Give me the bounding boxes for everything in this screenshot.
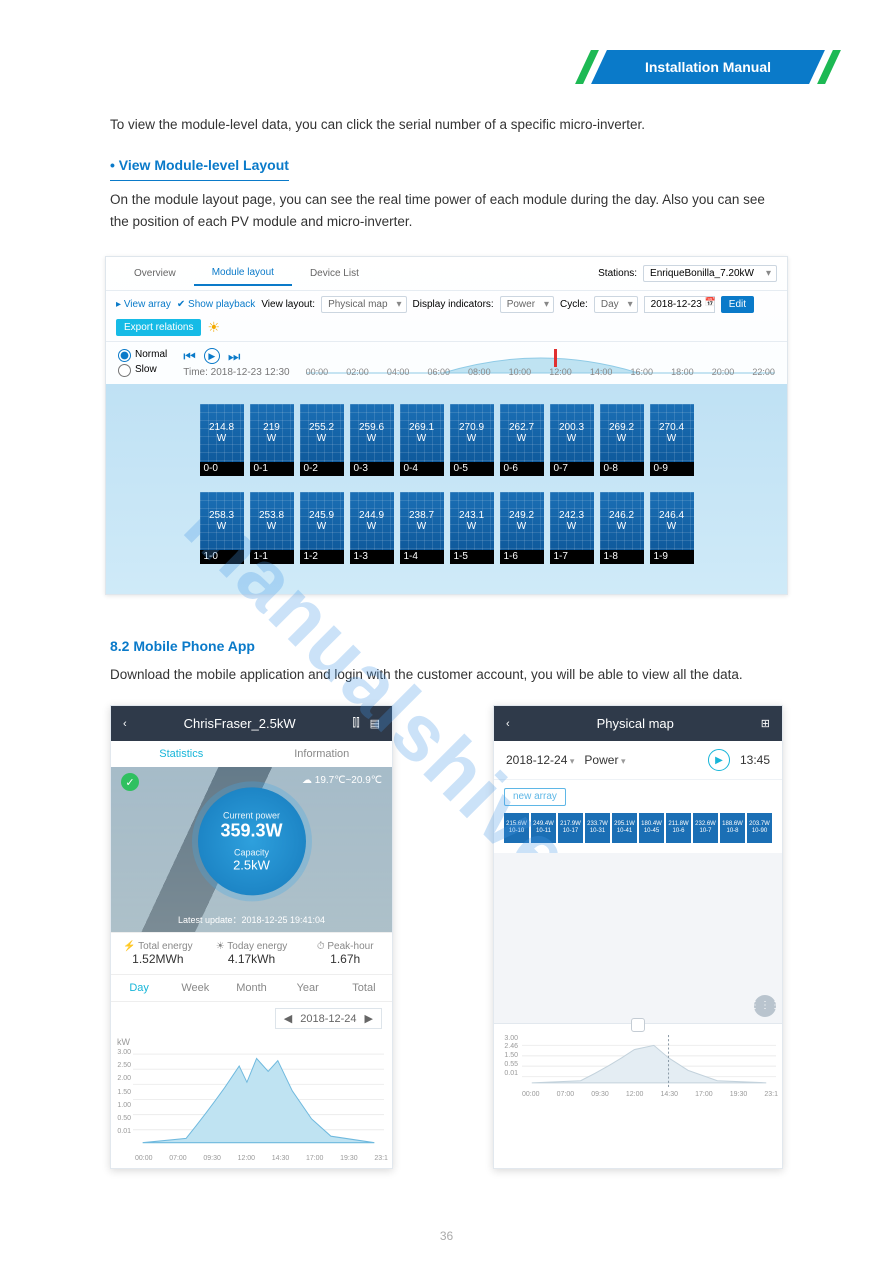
module-cell[interactable]: 243.1W1-5 <box>450 492 494 564</box>
time-scrubber[interactable] <box>494 1023 782 1033</box>
page-number: 36 <box>0 1209 893 1263</box>
range-tab[interactable]: Week <box>167 975 223 1001</box>
mini-module-cell[interactable]: 232.6W10-7 <box>693 813 718 843</box>
module-cell[interactable]: 246.4W1-9 <box>650 492 694 564</box>
phone-physical-map: ‹ Physical map ⊞ 2018-12-24 Power ▶ 13:4… <box>493 705 783 1169</box>
tab-statistics[interactable]: Statistics <box>111 741 252 767</box>
module-cell[interactable]: 200.3W0-7 <box>550 404 594 476</box>
phone-a-title: ChrisFraser_2.5kW <box>127 716 353 731</box>
stations-label: Stations: <box>598 268 637 279</box>
module-cell[interactable]: 270.4W0-9 <box>650 404 694 476</box>
layout-icon[interactable]: ▤ <box>370 717 380 730</box>
sun-icon: ☀ <box>207 319 220 336</box>
header-banner: Installation Manual <box>583 50 833 84</box>
phone-a-date-picker[interactable]: ◀ 2018-12-24 ▶ <box>275 1008 382 1029</box>
module-cell[interactable]: 255.2W0-2 <box>300 404 344 476</box>
module-cell[interactable]: 269.2W0-8 <box>600 404 644 476</box>
mini-module-cell[interactable]: 295.1W10-41 <box>612 813 637 843</box>
display-indicators-select[interactable]: Power <box>500 296 554 313</box>
radio-slow[interactable]: Slow <box>118 364 167 377</box>
display-indicators-label: Display indicators: <box>413 299 494 310</box>
view-layout-label: View layout: <box>261 299 315 310</box>
section-8-2-heading: 8.2 Mobile Phone App <box>110 635 783 657</box>
view-array-link[interactable]: View array <box>116 299 171 310</box>
range-tab[interactable]: Day <box>111 975 167 1001</box>
range-tab[interactable]: Year <box>280 975 336 1001</box>
cycle-label: Cycle: <box>560 299 588 310</box>
phone-b-title: Physical map <box>510 716 761 731</box>
grid-icon[interactable]: ⊞ <box>761 717 770 730</box>
stations-select[interactable]: EnriqueBonilla_7.20kW <box>643 265 777 282</box>
tab-device-list[interactable]: Device List <box>292 262 377 285</box>
playback-time: Time: 2018-12-23 12:30 <box>183 367 289 378</box>
phone-b-date[interactable]: 2018-12-24 <box>506 753 574 767</box>
mini-module-cell[interactable]: 217.9W10-17 <box>558 813 583 843</box>
module-cell[interactable]: 238.7W1-4 <box>400 492 444 564</box>
edit-button[interactable]: Edit <box>721 296 754 313</box>
module-cell[interactable]: 258.3W1-0 <box>200 492 244 564</box>
section-subtitle: • View Module-level Layout <box>110 136 289 181</box>
phone-b-canvas[interactable]: ⋮⋮⋮ <box>494 853 782 1023</box>
stat-peak-hour: ⏱ Peak-hour1.67h <box>298 933 392 974</box>
phone-b-chart: 3.002.461.500.550.01 <box>494 1033 782 1091</box>
show-playback-link[interactable]: ✔ Show playback <box>177 299 255 310</box>
weather-label: ☁ 19.7℃~20.9℃ <box>302 775 382 786</box>
subtitle-body: On the module layout page, you can see t… <box>110 181 783 232</box>
phone-b-metric[interactable]: Power <box>584 753 625 767</box>
range-tab[interactable]: Month <box>223 975 279 1001</box>
module-cell[interactable]: 245.9W1-2 <box>300 492 344 564</box>
columns-icon[interactable]: ⫿⫿ <box>353 717 360 730</box>
mini-module-cell[interactable]: 188.6W10-8 <box>720 813 745 843</box>
intro-body: To view the module-level data, you can c… <box>110 114 783 136</box>
module-layout-panel: Overview Module layout Device List Stati… <box>105 256 788 595</box>
tab-overview[interactable]: Overview <box>116 262 194 285</box>
module-cell[interactable]: 242.3W1-7 <box>550 492 594 564</box>
module-cell[interactable]: 244.9W1-3 <box>350 492 394 564</box>
mini-module-cell[interactable]: 211.8W10-6 <box>666 813 691 843</box>
module-cell[interactable]: 262.7W0-6 <box>500 404 544 476</box>
module-cell[interactable]: 214.8W0-0 <box>200 404 244 476</box>
new-array-button[interactable]: new array <box>504 788 566 806</box>
play-icon[interactable]: ▶ <box>204 348 220 364</box>
range-tab[interactable]: Total <box>336 975 392 1001</box>
view-layout-select[interactable]: Physical map <box>321 296 406 313</box>
export-relations-button[interactable]: Export relations <box>116 319 201 336</box>
latest-update: Latest update：2018-12-25 19:41:04 <box>111 913 392 926</box>
phone-b-play-icon[interactable]: ▶ <box>708 749 730 771</box>
next-icon[interactable]: ⏭ <box>228 348 241 365</box>
mini-module-cell[interactable]: 180.4W10-45 <box>639 813 664 843</box>
next-day-icon[interactable]: ▶ <box>365 1012 373 1025</box>
tab-module-layout[interactable]: Module layout <box>194 261 292 286</box>
toggle-grid-icon[interactable]: ⋮⋮⋮ <box>754 995 776 1017</box>
phone-statistics: ‹ ChrisFraser_2.5kW ⫿⫿ ▤ Statistics Info… <box>110 705 393 1169</box>
phone-a-chart: kW 3.002.502.001.501.000.500.01 <box>111 1035 392 1155</box>
module-cell[interactable]: 246.2W1-8 <box>600 492 644 564</box>
timeline-marker[interactable] <box>554 349 557 367</box>
module-cell[interactable]: 269.1W0-4 <box>400 404 444 476</box>
phone-b-time: 13:45 <box>740 753 770 767</box>
date-picker[interactable]: 2018-12-23 <box>644 296 715 313</box>
mini-module-cell[interactable]: 249.4W10-11 <box>531 813 556 843</box>
prev-icon[interactable]: ⏮ <box>183 348 196 365</box>
playback-timeline[interactable]: 00:0002:0004:0006:0008:0010:0012:0014:00… <box>306 349 775 377</box>
prev-day-icon[interactable]: ◀ <box>284 1012 292 1025</box>
mini-module-cell[interactable]: 233.7W10-31 <box>585 813 610 843</box>
module-grid: 214.8W0-0219W0-1255.2W0-2259.6W0-3269.1W… <box>106 384 787 594</box>
module-cell[interactable]: 219W0-1 <box>250 404 294 476</box>
section-8-2-body: Download the mobile application and logi… <box>110 658 783 686</box>
stat-today-energy: ☀ Today energy4.17kWh <box>205 933 299 974</box>
cycle-select[interactable]: Day <box>594 296 638 313</box>
stat-total-energy: ⚡ Total energy1.52MWh <box>111 933 205 974</box>
module-cell[interactable]: 270.9W0-5 <box>450 404 494 476</box>
module-cell[interactable]: 249.2W1-6 <box>500 492 544 564</box>
banner-text: Installation Manual <box>583 50 833 84</box>
module-cell[interactable]: 259.6W0-3 <box>350 404 394 476</box>
power-gauge: Current power 359.3W Capacity 2.5kW <box>198 787 306 895</box>
mini-module-cell[interactable]: 215.6W10-10 <box>504 813 529 843</box>
module-cell[interactable]: 253.8W1-1 <box>250 492 294 564</box>
tab-information[interactable]: Information <box>252 741 393 767</box>
radio-normal[interactable]: Normal <box>118 349 167 362</box>
mini-module-cell[interactable]: 203.7W10-90 <box>747 813 772 843</box>
